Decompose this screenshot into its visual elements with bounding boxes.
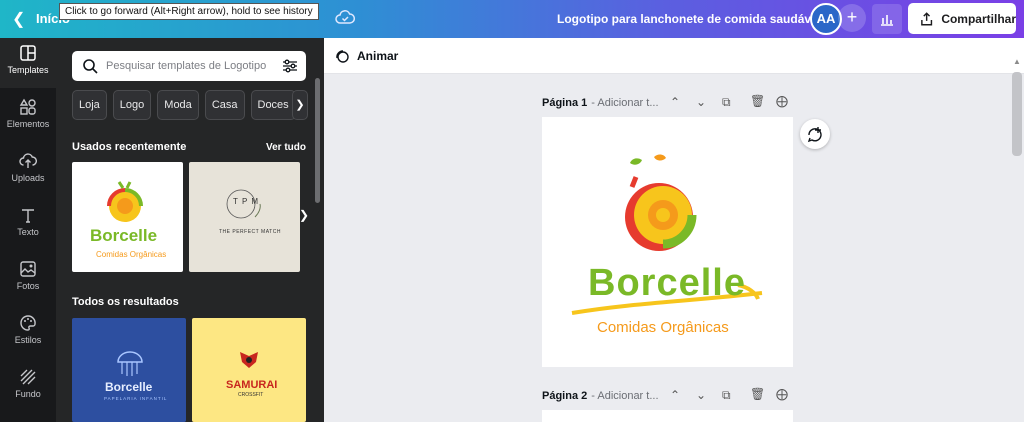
elements-icon [19,98,36,115]
upload-icon [19,153,37,168]
share-upload-icon [921,11,933,25]
duplicate-page-icon[interactable]: ⧉ [722,95,731,110]
panel-scrollbar[interactable] [315,78,320,203]
rail-label-styles: Estilos [14,335,42,345]
chevron-down-icon-2[interactable]: ⌄ [696,388,706,402]
result2-brand: SAMURAI [226,379,278,391]
chip-moda[interactable]: Moda [157,90,199,120]
monogram-circle-thumb [226,189,261,219]
result-template-borcelle-blue[interactable]: Borcelle PAPELARIA INFANTIL [72,318,186,422]
canvas-scrollbar[interactable] [1012,72,1022,156]
duplicate-page-icon-2[interactable]: ⧉ [722,388,731,403]
rail-label-text: Texto [17,227,39,237]
share-button[interactable]: Compartilhar [908,3,1016,34]
page1-title-input[interactable]: - Adicionar t... [591,97,658,109]
editor-toolbar: Animar [324,38,1024,74]
search-input[interactable]: Pesquisar templates de Logotipo [72,51,306,81]
category-chips: Loja Logo Moda Casa Doces [72,90,296,120]
rail-label-photos: Fotos [16,281,40,291]
templates-icon [20,45,36,61]
result1-sub: PAPELARIA INFANTIL [104,396,168,401]
insights-button[interactable] [872,4,902,34]
share-label: Compartilhar [941,11,1016,26]
search-placeholder: Pesquisar templates de Logotipo [106,60,267,72]
page-1-canvas[interactable]: Borcelle Comidas Orgânicas [542,117,793,367]
rail-label-templates: Templates [7,65,49,75]
photos-icon [20,261,36,277]
rail-item-elements[interactable]: Elementos [0,92,56,142]
logo-sub-text: Comidas Orgânicas [597,319,729,336]
chevron-down-icon[interactable]: ⌄ [696,95,706,109]
animate-button[interactable]: Animar [357,49,398,63]
rail-label-elements: Elementos [6,119,50,129]
rail-label-uploads: Uploads [11,173,45,183]
templates-panel: Pesquisar templates de Logotipo Loja Log… [56,38,324,422]
page2-title-input[interactable]: - Adicionar t... [591,390,658,402]
add-page-icon[interactable]: ⨁ [776,94,788,108]
palette-icon [20,315,36,331]
recent-next-icon[interactable]: ❯ [299,208,309,222]
document-title[interactable]: Logotipo para lanchonete de comida saudá… [557,12,821,26]
cloud-saved-icon[interactable] [335,8,356,33]
bar-chart-icon [881,15,893,26]
add-comment-button[interactable] [800,119,830,149]
delete-page-icon[interactable]: 🗑 [750,94,765,108]
animate-icon [336,50,349,63]
text-icon [22,209,34,223]
page2-label: Página 2 [542,390,588,402]
canvas-area: Página 1 - Adicionar t... ⌃ ⌄ ⧉ 🗑 ⨁ Borc… [324,75,1024,422]
delete-page-icon-2[interactable]: 🗑 [750,387,765,401]
chips-next-icon[interactable]: ❯ [292,90,308,120]
scroll-up-arrow-icon[interactable]: ▲ [1012,57,1022,67]
all-results-title: Todos os resultados [72,296,179,308]
add-page-icon-2[interactable]: ⨁ [776,387,788,401]
rail-item-text[interactable]: Texto [0,200,56,250]
jellyfish-icon [117,351,143,376]
forward-tooltip: Click to go forward (Alt+Right arrow), h… [59,3,319,20]
recent-template-perfect-match[interactable]: T P M THE PERFECT MATCH [189,162,300,272]
page2-header: Página 2 - Adicionar t... [542,388,659,404]
background-icon [20,369,36,385]
chip-logo[interactable]: Logo [112,90,152,120]
page1-label: Página 1 [542,97,588,109]
thumb2-sub: THE PERFECT MATCH [219,229,281,235]
recent-template-borcelle[interactable]: Borcelle Comidas Orgânicas [72,162,183,272]
chip-loja[interactable]: Loja [72,90,107,120]
chip-casa[interactable]: Casa [204,90,245,120]
thumb2-brand: T P M [233,197,260,206]
page-2-canvas[interactable] [542,410,793,422]
rail-label-background: Fundo [15,389,41,399]
rail-item-uploads[interactable]: Uploads [0,146,56,196]
result-template-samurai[interactable]: SAMURAI CROSSFIT [192,318,306,422]
search-icon [83,59,98,74]
side-rail: Templates Elementos Uploads Texto Fotos … [0,38,56,422]
logo-brand-text: Borcelle [588,262,746,304]
see-all-link[interactable]: Ver tudo [266,142,306,153]
recent-title: Usados recentemente [72,141,187,153]
result2-sub: CROSSFIT [238,392,264,398]
samurai-mask-icon [240,352,258,368]
thumb-brand: Borcelle [90,226,158,245]
chevron-up-icon-2[interactable]: ⌃ [670,388,680,402]
rail-item-styles[interactable]: Estilos [0,308,56,358]
chevron-up-icon[interactable]: ⌃ [670,95,680,109]
comment-plus-icon [807,127,822,143]
result1-brand: Borcelle [105,380,153,394]
filter-icon[interactable] [282,58,298,74]
chip-doces[interactable]: Doces [250,90,296,120]
rail-item-photos[interactable]: Fotos [0,254,56,304]
rail-item-background[interactable]: Fundo [0,362,56,412]
rail-item-templates[interactable]: Templates [0,38,56,88]
add-collaborator-button[interactable]: + [838,4,866,32]
back-arrow-icon[interactable]: ❮ [12,9,25,29]
page1-header: Página 1 - Adicionar t... [542,95,659,111]
thumb-sub: Comidas Orgânicas [96,250,167,259]
